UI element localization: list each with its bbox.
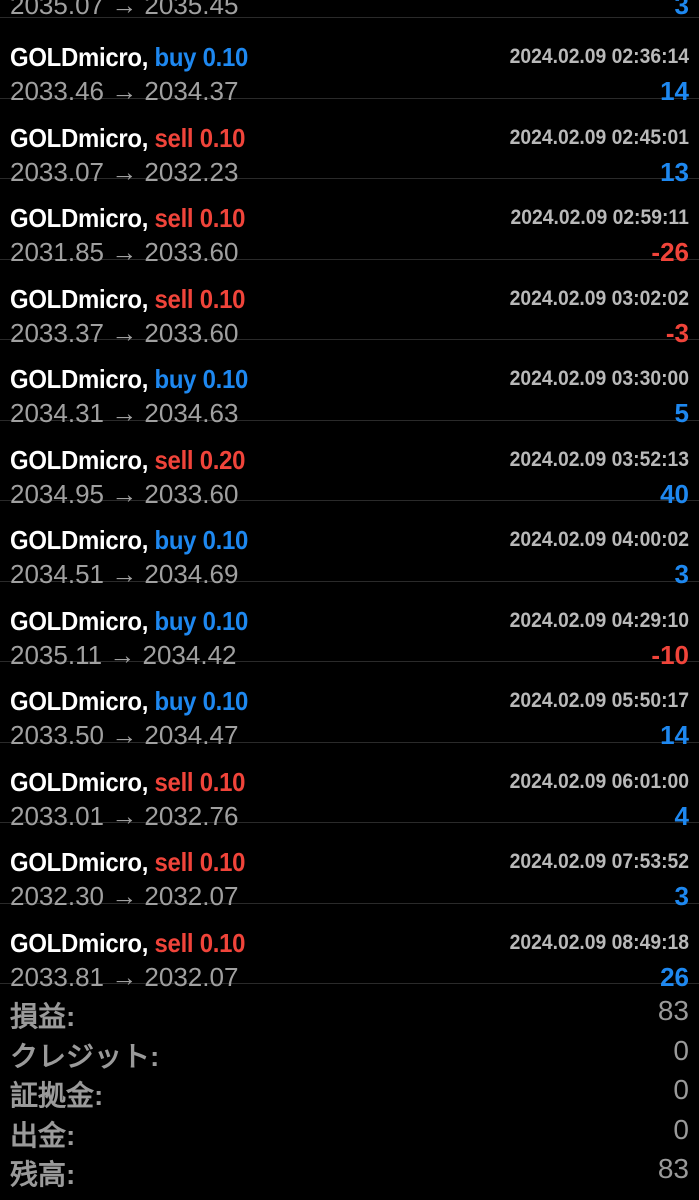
trade-type: sell 0.10: [154, 283, 246, 314]
trade-symbol: GOLDmicro, buy 0.10: [10, 686, 248, 717]
summary-label: 証拠金:: [10, 1080, 104, 1111]
summary-row: クレジット: 0: [0, 1035, 699, 1075]
symbol-name: GOLDmicro,: [10, 42, 149, 72]
trade-type: sell 0.10: [154, 766, 246, 797]
trade-volume: 0.20: [199, 444, 246, 475]
symbol-name: GOLDmicro,: [10, 122, 149, 153]
trade-row[interactable]: GOLDmicro, sell 0.20 2024.02.09 03:52:13 2…: [0, 421, 699, 509]
trade-symbol: GOLDmicro, sell 0.10: [10, 203, 245, 234]
trade-symbol: GOLDmicro, sell 0.10: [10, 847, 245, 878]
trade-volume: 0.10: [202, 686, 249, 716]
trade-time: 2024.02.09 04:29:10: [509, 608, 689, 632]
trade-volume: 0.10: [199, 766, 246, 797]
trade-time: 2024.02.09 03:02:02: [509, 286, 689, 310]
trade-row[interactable]: GOLDmicro, buy 0.10 2024.02.09 02:36:14 20…: [0, 18, 699, 106]
trade-row[interactable]: GOLDmicro, sell 0.10 2024.02.09 03:02:02 2…: [0, 260, 699, 348]
trade-time: 2024.02.09 03:30:00: [509, 367, 689, 390]
symbol-name: GOLDmicro,: [10, 444, 149, 475]
trade-symbol: GOLDmicro, sell 0.20: [10, 445, 245, 476]
trade-time: 2024.02.09 05:50:17: [509, 689, 689, 712]
trade-symbol: GOLDmicro, sell 0.10: [10, 284, 245, 315]
trade-type: sell 0.20: [154, 444, 246, 475]
trade-prices: 2033.81 → 2032.07: [10, 961, 239, 992]
trade-row[interactable]: GOLDmicro, buy 0.10 2024.02.09 03:30:00 20…: [0, 340, 699, 428]
trade-type: sell 0.10: [154, 122, 246, 153]
symbol-name: GOLDmicro,: [10, 525, 149, 555]
summary-value: 0: [673, 1034, 689, 1066]
symbol-name: GOLDmicro,: [10, 766, 149, 797]
trade-symbol: GOLDmicro, buy 0.10: [10, 525, 248, 556]
trade-profit: 26: [660, 961, 689, 992]
summary-row: 証拠金: 0: [0, 1074, 699, 1114]
trade-row[interactable]: GOLDmicro, sell 0.10 2024.02.09 06:01:00 2…: [0, 743, 699, 831]
trade-volume: 0.10: [202, 605, 249, 636]
trade-row[interactable]: GOLDmicro, sell 0.10 2024.02.09 02:45:01 2…: [0, 99, 699, 187]
summary-value: 83: [657, 995, 689, 1026]
symbol-name: GOLDmicro,: [10, 927, 149, 958]
trade-row[interactable]: GOLDmicro, buy 0.10 2024.02.09 04:29:10 20…: [0, 582, 699, 670]
trade-row[interactable]: GOLDmicro, buy 0.10 2024.02.09 04:00:02 20…: [0, 501, 699, 589]
trade-type: sell 0.10: [154, 203, 246, 233]
trade-time: 2024.02.09 02:36:14: [509, 45, 689, 68]
history-screen: 2035.07 → 2035.45 3 GOLDmicro, buy 0.10 2…: [0, 0, 699, 1200]
summary-label: 残高:: [10, 1159, 76, 1190]
trade-time: 2024.02.09 03:52:13: [509, 447, 689, 471]
trade-volume: 0.10: [199, 283, 246, 314]
symbol-name: GOLDmicro,: [10, 847, 149, 877]
account-summary: 損益: 83 クレジット: 0 証拠金: 0 出金: 0 残高: 83: [0, 995, 699, 1193]
trade-time: 2024.02.09 08:49:18: [509, 930, 689, 954]
trade-symbol: GOLDmicro, buy 0.10: [10, 364, 248, 395]
symbol-name: GOLDmicro,: [10, 686, 149, 716]
trade-row[interactable]: GOLDmicro, sell 0.10 2024.02.09 07:53:52 2…: [0, 823, 699, 911]
trade-type: buy 0.10: [154, 525, 249, 555]
trade-time: 2024.02.09 04:00:02: [509, 528, 689, 551]
trade-history-list[interactable]: 2035.07 → 2035.45 3 GOLDmicro, buy 0.10 2…: [0, 0, 699, 992]
trade-type: buy 0.10: [154, 605, 249, 636]
summary-label: クレジット:: [10, 1040, 160, 1072]
trade-row[interactable]: GOLDmicro, buy 0.10 2024.02.09 05:50:17 20…: [0, 662, 699, 750]
trade-type: buy 0.10: [154, 42, 249, 72]
trade-volume: 0.10: [202, 42, 249, 72]
trade-type: buy 0.10: [154, 364, 249, 394]
trade-symbol: GOLDmicro, sell 0.10: [10, 123, 245, 154]
summary-row: 残高: 83: [0, 1153, 699, 1193]
trade-volume: 0.10: [202, 364, 249, 394]
trade-type: sell 0.10: [154, 847, 246, 877]
summary-row: 損益: 83: [0, 995, 699, 1035]
symbol-name: GOLDmicro,: [10, 364, 149, 394]
trade-symbol: GOLDmicro, buy 0.10: [10, 606, 248, 637]
trade-type: buy 0.10: [154, 686, 249, 716]
trade-volume: 0.10: [199, 203, 246, 233]
trade-time: 2024.02.09 02:45:01: [509, 125, 689, 149]
symbol-name: GOLDmicro,: [10, 203, 149, 233]
summary-row: 出金: 0: [0, 1114, 699, 1154]
summary-value: 0: [673, 1113, 689, 1145]
trade-row[interactable]: GOLDmicro, sell 0.10 2024.02.09 08:49:18 2…: [0, 904, 699, 992]
trade-volume: 0.10: [199, 122, 246, 153]
summary-value: 0: [673, 1074, 689, 1105]
trade-type: sell 0.10: [154, 927, 246, 958]
trade-symbol: GOLDmicro, sell 0.10: [10, 928, 245, 959]
symbol-name: GOLDmicro,: [10, 605, 149, 636]
trade-time: 2024.02.09 07:53:52: [509, 850, 689, 873]
trade-volume: 0.10: [199, 927, 246, 958]
summary-label: 出金:: [10, 1119, 76, 1151]
trade-symbol: GOLDmicro, buy 0.10: [10, 42, 248, 73]
trade-volume: 0.10: [202, 525, 249, 555]
trade-time: 2024.02.09 06:01:00: [509, 769, 689, 793]
trade-symbol: GOLDmicro, sell 0.10: [10, 767, 245, 798]
trade-row-partial[interactable]: 2035.07 → 2035.45 3: [0, 0, 699, 20]
symbol-name: GOLDmicro,: [10, 283, 149, 314]
trade-volume: 0.10: [199, 847, 246, 877]
trade-row[interactable]: GOLDmicro, sell 0.10 2024.02.09 02:59:11 2…: [0, 179, 699, 267]
trade-time: 2024.02.09 02:59:11: [510, 206, 689, 229]
summary-value: 83: [657, 1153, 689, 1184]
summary-label: 損益:: [10, 1001, 76, 1032]
